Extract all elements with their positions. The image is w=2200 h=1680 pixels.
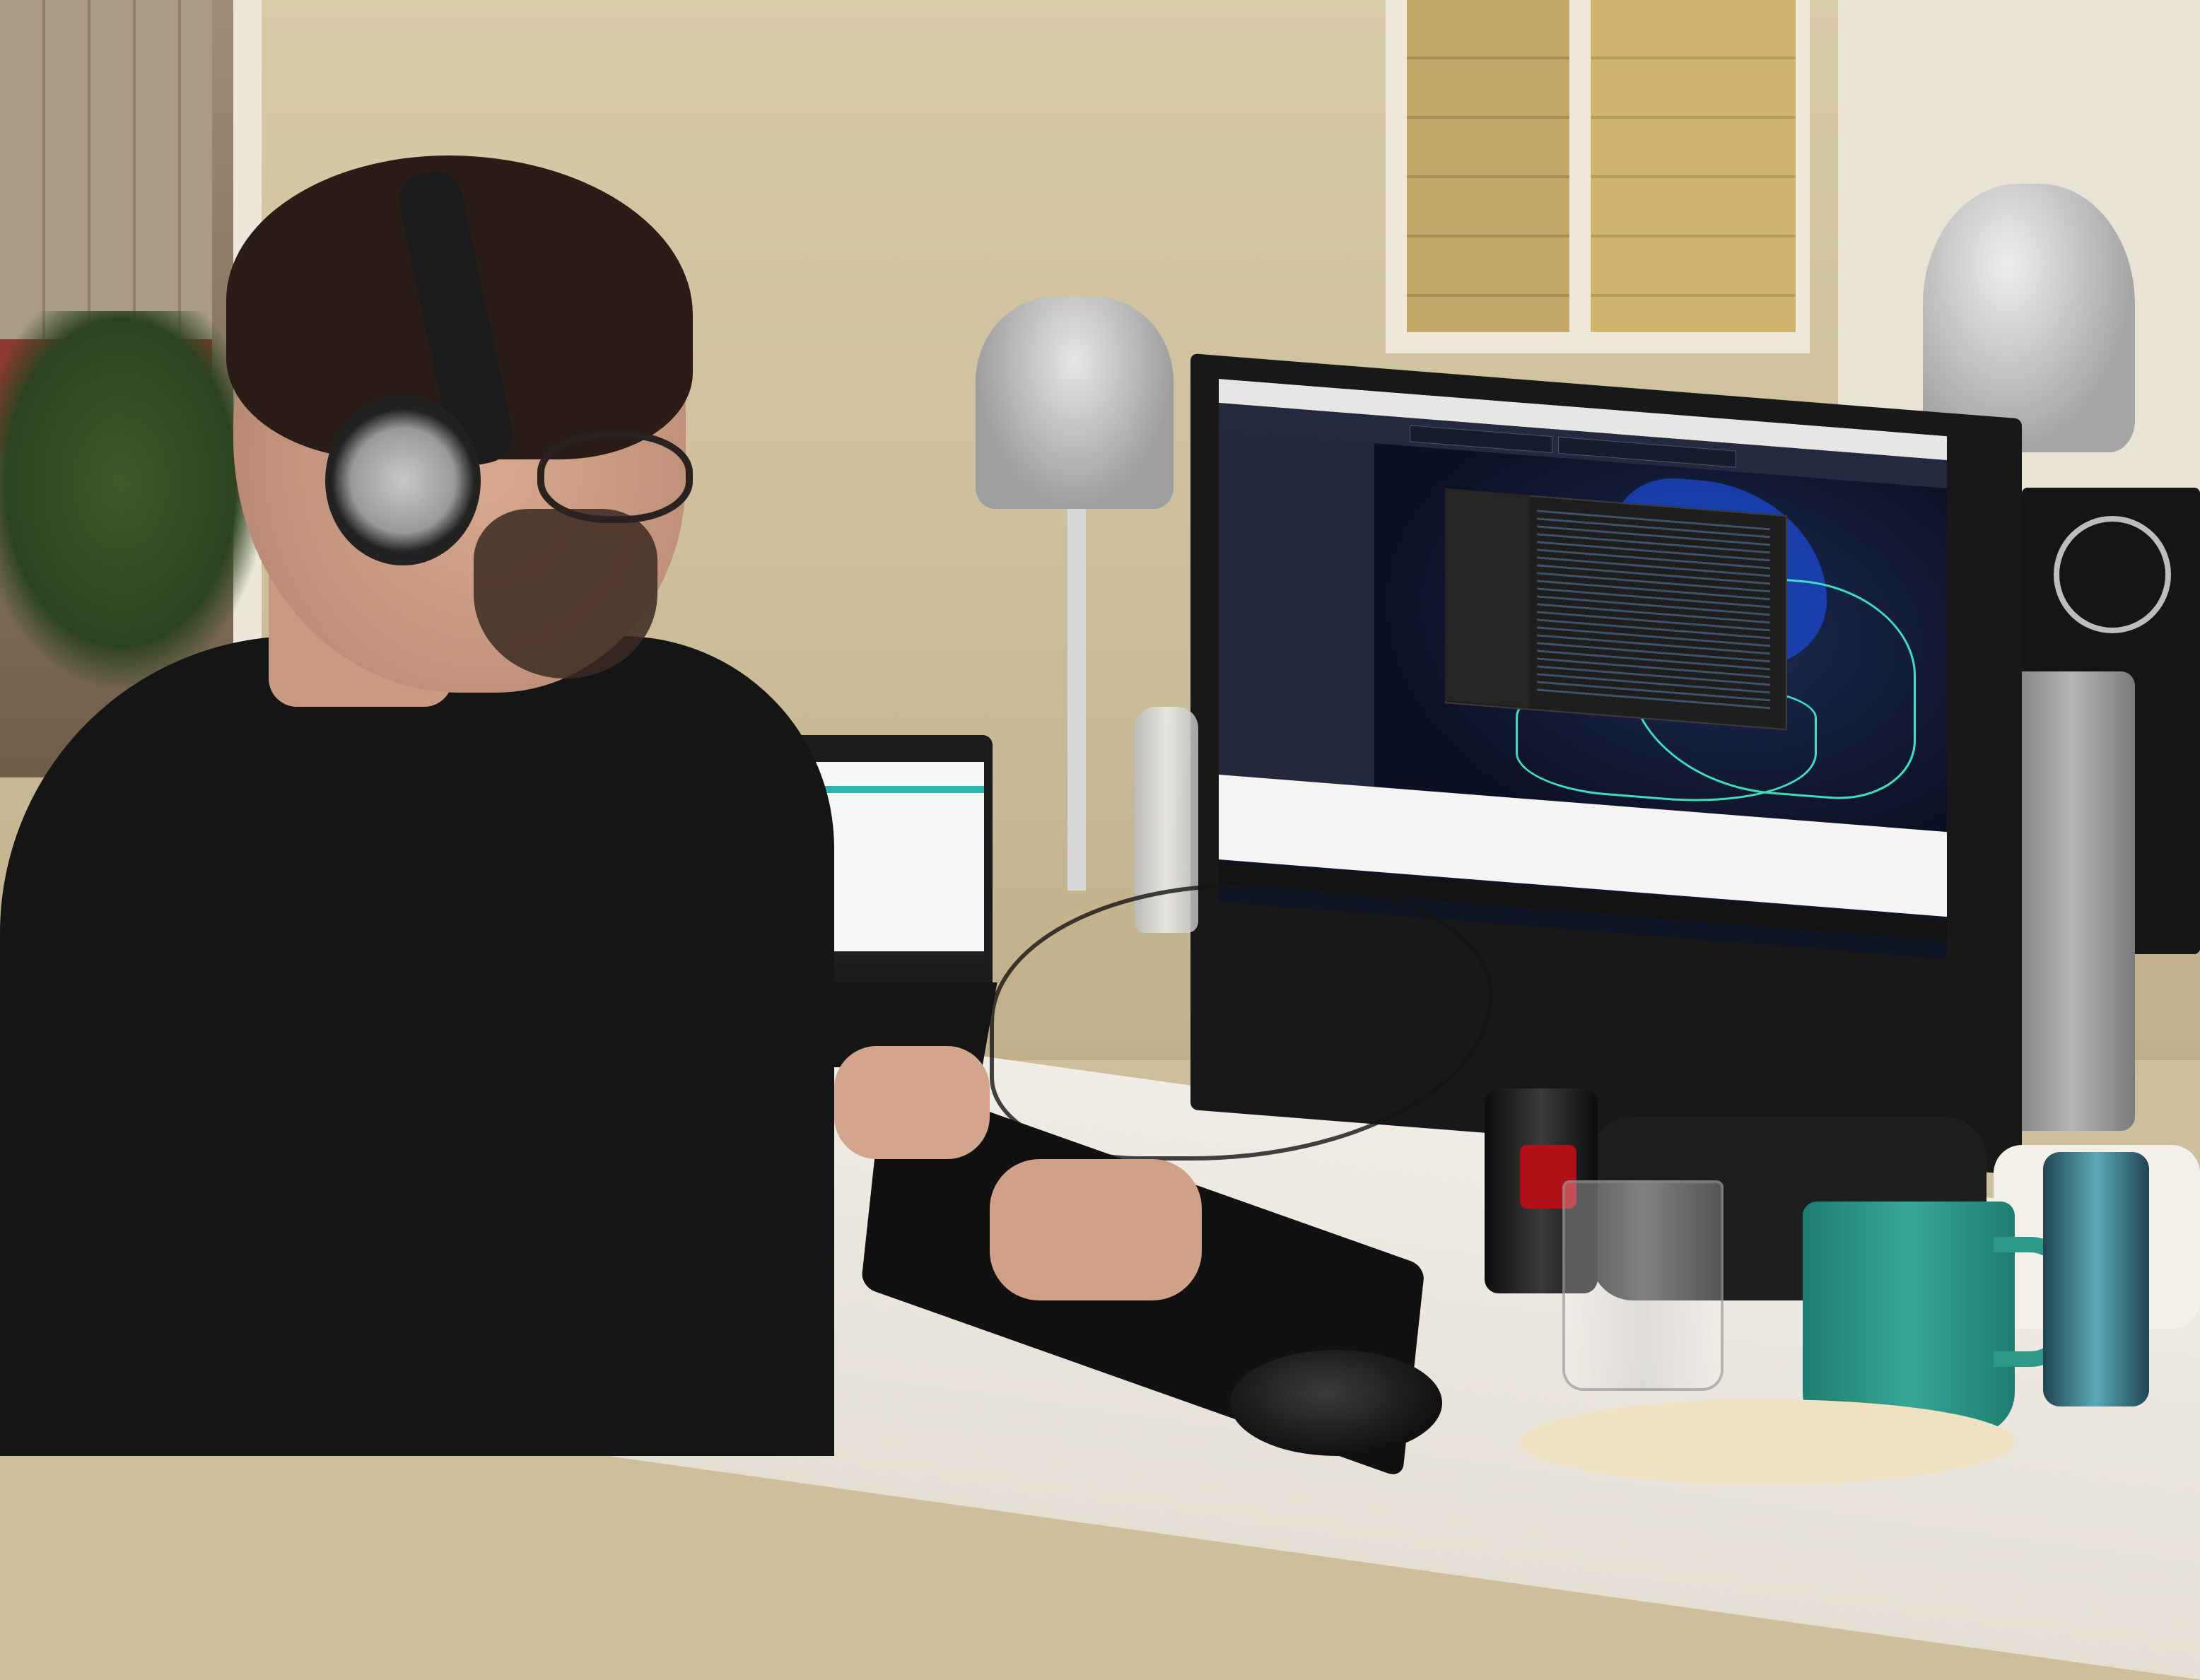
glasses xyxy=(537,431,693,523)
drinking-glass xyxy=(1562,1180,1724,1391)
left-hand xyxy=(834,1046,990,1159)
person-sweater xyxy=(0,636,834,1456)
dell-logo xyxy=(2054,516,2171,633)
left-lamp-arm xyxy=(1067,495,1086,891)
right-window-glass-left xyxy=(1407,0,1569,332)
code-lines xyxy=(1537,510,1770,712)
headphones-ear-cup xyxy=(325,396,481,565)
plate xyxy=(1520,1399,2015,1484)
code-editor-file-tree xyxy=(1445,488,1530,707)
mouse xyxy=(1230,1350,1442,1456)
green-mug xyxy=(1803,1202,2015,1435)
right-window-glass-right xyxy=(1591,0,1796,332)
energy-drink-can xyxy=(2043,1152,2149,1406)
monitor-screen xyxy=(1219,379,1947,960)
right-desk-lamp xyxy=(1923,184,2135,452)
right-hand xyxy=(990,1159,1202,1300)
monitor-stand xyxy=(2008,671,2135,1131)
person-beard xyxy=(474,509,657,679)
left-desk-lamp xyxy=(976,297,1174,509)
